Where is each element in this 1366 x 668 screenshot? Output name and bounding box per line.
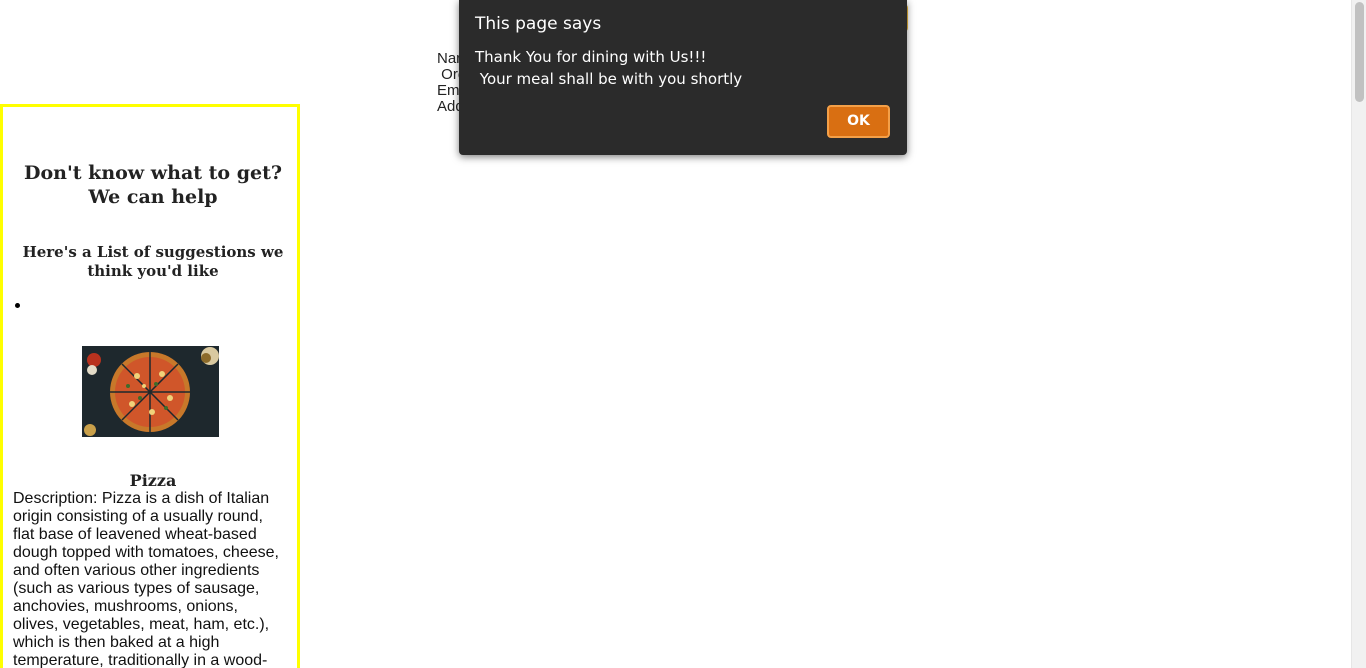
item-description: Description: Pizza is a dish of Italian … xyxy=(13,490,279,668)
suggestions-panel: Don't know what to get? We can help Here… xyxy=(0,104,300,668)
scrollbar-thumb[interactable] xyxy=(1355,2,1364,102)
item-name: Pizza xyxy=(129,471,177,490)
page-scrollbar[interactable] xyxy=(1351,0,1366,668)
alert-title: This page says xyxy=(475,14,602,34)
alert-dialog: This page says Thank You for dining with… xyxy=(459,0,907,155)
suggestions-subheading: Here's a List of suggestions we think yo… xyxy=(22,243,284,280)
ok-button[interactable]: OK xyxy=(827,105,890,138)
list-bullet xyxy=(15,303,20,308)
alert-message-line-2: Your meal shall be with you shortly xyxy=(475,70,743,88)
alert-message: Thank You for dining with Us!!! Your mea… xyxy=(475,46,742,90)
pizza-image xyxy=(82,346,219,437)
alert-message-line-1: Thank You for dining with Us!!! xyxy=(475,48,707,66)
suggestions-heading: Don't know what to get? We can help xyxy=(23,162,282,208)
